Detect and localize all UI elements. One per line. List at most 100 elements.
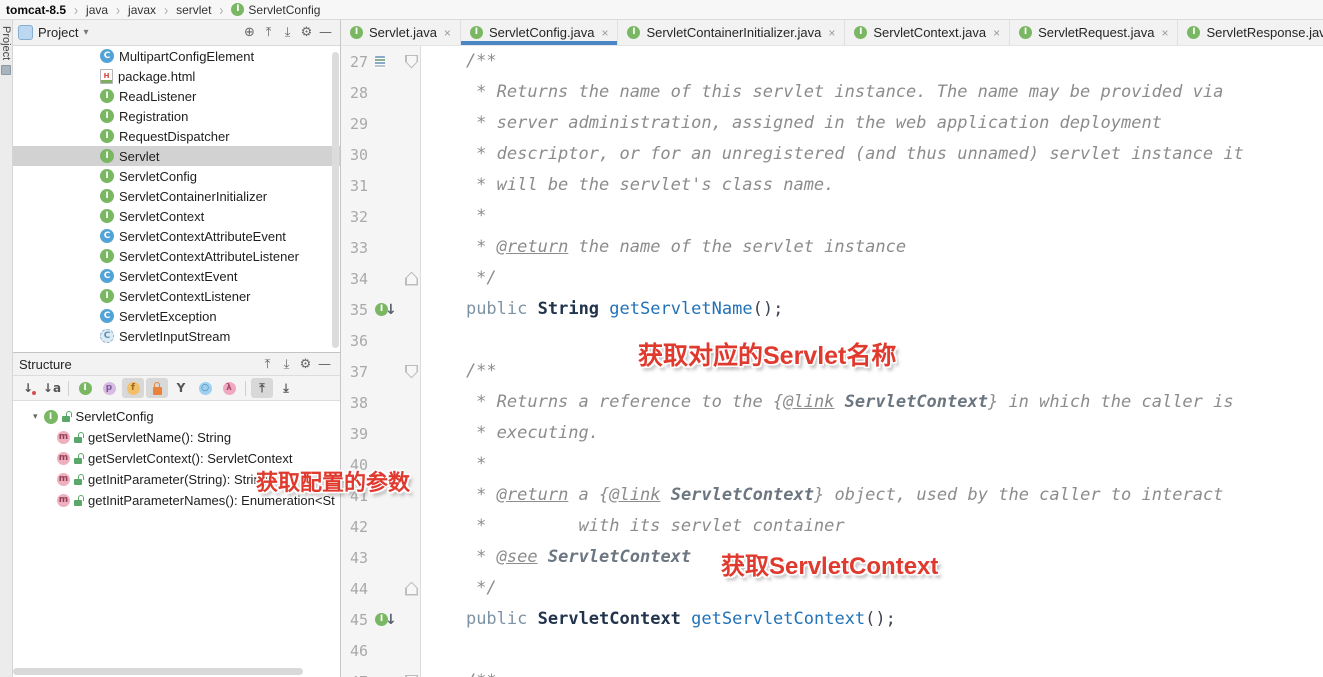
tree-item-label: package.html: [118, 68, 196, 84]
close-tab-icon[interactable]: ×: [601, 26, 608, 40]
close-tab-icon[interactable]: ×: [828, 26, 835, 40]
structure-hscrollbar[interactable]: [13, 668, 303, 675]
method-icon: m: [57, 473, 70, 486]
tool-window-strip: Project: [0, 20, 13, 677]
line-number: 42: [349, 517, 368, 536]
locate-file-icon[interactable]: ⊕: [240, 23, 259, 42]
project-tree-item[interactable]: I Servlet: [13, 146, 340, 166]
code-line: 30 * descriptor, or for an unregistered …: [341, 139, 1323, 170]
project-tool-tab[interactable]: Project: [0, 26, 12, 76]
public-unlock-icon: [74, 452, 84, 465]
project-tree-item[interactable]: I Registration: [13, 106, 340, 126]
fold-marker-icon[interactable]: [405, 54, 418, 69]
breadcrumb-item-label: ServletConfig: [248, 2, 321, 17]
settings-icon[interactable]: ⚙: [296, 355, 315, 374]
project-tree-item[interactable]: I ServletContextListener: [13, 286, 340, 306]
chevron-expanded-icon[interactable]: ▾: [33, 412, 38, 422]
project-tree-item[interactable]: Hpackage.html: [13, 66, 340, 86]
project-tree-item[interactable]: C MultipartConfigElement: [13, 46, 340, 66]
breadcrumb-separator-icon: ›: [164, 1, 169, 18]
breadcrumb-item[interactable]: servlet: [176, 3, 211, 17]
editor-tab[interactable]: I ServletConfig.java ×: [460, 20, 619, 45]
close-tab-icon[interactable]: ×: [1161, 26, 1168, 40]
code-line: 31 * will be the servlet's class name.: [341, 170, 1323, 201]
autoscroll-from-source-icon[interactable]: ⤓: [275, 378, 297, 398]
editor-tab[interactable]: IServletResponse.java×: [1178, 20, 1323, 45]
show-non-public-icon[interactable]: [146, 378, 168, 398]
hide-panel-icon[interactable]: —: [315, 355, 334, 374]
show-properties-icon[interactable]: p: [98, 378, 120, 398]
sort-alphabetically-icon[interactable]: ↓a: [41, 378, 63, 398]
project-tree-scrollbar[interactable]: [332, 52, 339, 348]
implemented-marker-icon[interactable]: I ↓: [375, 302, 397, 318]
code-line: 33 * @return the name of the servlet ins…: [341, 232, 1323, 263]
editor-tab[interactable]: I Servlet.java ×: [341, 20, 461, 45]
interface-icon: I: [231, 3, 245, 16]
project-tree-item[interactable]: C ServletContextEvent: [13, 266, 340, 286]
tree-item-label: ServletContextAttributeListener: [119, 248, 299, 264]
project-tree-item[interactable]: I ServletContainerInitializer: [13, 186, 340, 206]
line-number: 43: [349, 548, 368, 567]
project-tree-item[interactable]: I ServletConfig: [13, 166, 340, 186]
code-line-text: /**: [422, 666, 497, 677]
fold-marker-icon[interactable]: [405, 271, 418, 286]
project-tree-item[interactable]: C ServletContextAttributeEvent: [13, 226, 340, 246]
breadcrumb-item[interactable]: I ServletConfig: [231, 3, 320, 17]
code-line: 39 * executing.: [341, 418, 1323, 449]
expand-all-icon[interactable]: ⤒: [259, 23, 278, 42]
fold-marker-icon[interactable]: [405, 364, 418, 379]
breadcrumb-item[interactable]: tomcat-8.5: [6, 3, 66, 17]
group-methods-icon[interactable]: Y: [170, 378, 192, 398]
chevron-down-icon[interactable]: ▾: [83, 27, 88, 38]
editor-tab[interactable]: I ServletContext.java ×: [845, 20, 1011, 45]
project-panel: Project ▾ ⊕ ⤒ ⤓ ⚙ — C MultipartConfigElement H…: [13, 20, 340, 352]
project-tree-item[interactable]: C ServletInputStream: [13, 326, 340, 346]
project-tree-item[interactable]: I RequestDispatcher: [13, 126, 340, 146]
annotation-servlet-context: 获取ServletContext: [721, 553, 939, 580]
show-properties-icon: p: [102, 381, 116, 395]
line-number: 47: [341, 673, 368, 677]
show-non-public-icon: [152, 381, 162, 395]
close-tab-icon[interactable]: ×: [444, 26, 451, 40]
fold-gutter: [401, 581, 422, 596]
breadcrumb-item-label: javax: [128, 2, 157, 17]
collapse-all-icon[interactable]: ⤓: [278, 23, 297, 42]
settings-icon[interactable]: ⚙: [297, 23, 316, 42]
public-unlock-icon: [74, 473, 84, 486]
structure-method-item[interactable]: m getServletName(): String: [13, 427, 340, 448]
show-inherited-icon[interactable]: I: [74, 378, 96, 398]
project-tree-item[interactable]: C ServletException: [13, 306, 340, 326]
project-tree-item[interactable]: I ReadListener: [13, 86, 340, 106]
fold-gutter: [401, 271, 422, 286]
show-fields-icon[interactable]: f: [122, 378, 144, 398]
editor-tab[interactable]: I ServletContainerInitializer.java ×: [618, 20, 846, 45]
show-anonymous-icon: ○: [198, 381, 212, 395]
gutter-markers: I ↓: [368, 302, 401, 318]
project-tree-item[interactable]: I ServletContextAttributeListener: [13, 246, 340, 266]
autoscroll-to-source-icon[interactable]: ⤒: [251, 378, 273, 398]
expand-all-icon[interactable]: ⤒: [258, 355, 277, 374]
close-tab-icon[interactable]: ×: [993, 26, 1000, 40]
project-tree-item[interactable]: I ServletContext: [13, 206, 340, 226]
show-anonymous-icon[interactable]: ○: [194, 378, 216, 398]
interface-icon: I: [43, 409, 58, 424]
fold-marker-icon[interactable]: [405, 581, 418, 596]
line-number: 36: [349, 331, 368, 350]
code-line: 29 * server administration, assigned in …: [341, 108, 1323, 139]
code-line: 46: [341, 635, 1323, 666]
editor-tab[interactable]: I ServletRequest.java ×: [1010, 20, 1179, 45]
collapse-all-icon[interactable]: ⤓: [277, 355, 296, 374]
breadcrumb-item[interactable]: javax: [128, 3, 156, 17]
sort-by-visibility-icon[interactable]: ↓: [17, 378, 39, 398]
structure-root-item[interactable]: ▾ I ServletConfig: [13, 406, 340, 427]
tree-item-label: ServletContainerInitializer: [119, 188, 268, 204]
breadcrumb-item[interactable]: java: [86, 3, 108, 17]
structure-panel-title[interactable]: Structure: [19, 357, 72, 372]
interface-icon: I: [100, 109, 114, 123]
code-line: 45 I ↓ public ServletContext getServletCon…: [341, 604, 1323, 635]
line-number: 38: [349, 393, 368, 412]
project-panel-title[interactable]: Project: [38, 25, 78, 40]
show-lambdas-icon[interactable]: λ: [218, 378, 240, 398]
implemented-marker-icon[interactable]: I ↓: [375, 612, 397, 628]
hide-panel-icon[interactable]: —: [316, 23, 335, 42]
